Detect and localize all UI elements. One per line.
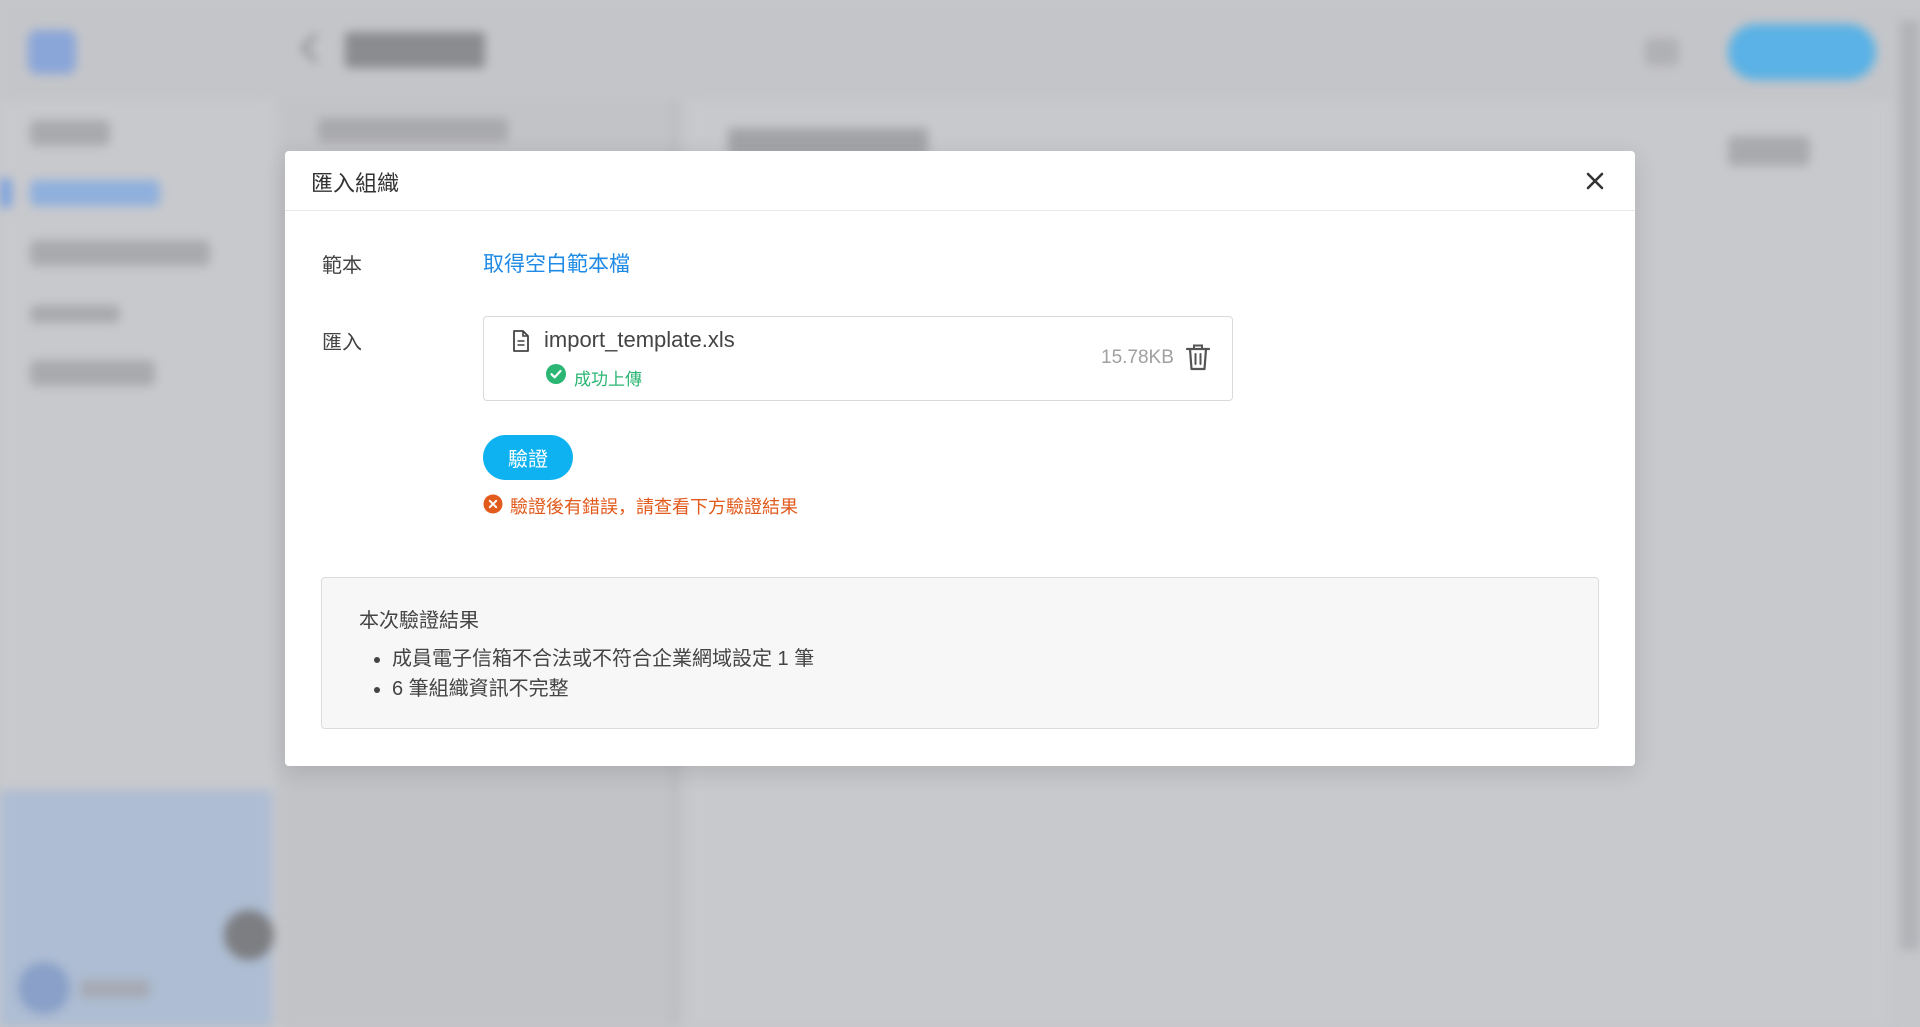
background-nav-item	[30, 240, 210, 266]
download-template-link[interactable]: 取得空白範本檔	[483, 248, 630, 278]
list-item: 成員電子信箱不合法或不符合企業網域設定 1 筆	[392, 644, 814, 674]
background-header-icon	[1645, 38, 1679, 66]
background-user-name	[80, 980, 150, 998]
background-nav-item-active	[30, 180, 160, 206]
result-list: 成員電子信箱不合法或不符合企業網域設定 1 筆 6 筆組織資訊不完整	[392, 644, 814, 704]
list-item: 6 筆組織資訊不完整	[392, 674, 814, 704]
error-icon	[483, 494, 503, 514]
close-icon[interactable]	[1581, 167, 1609, 195]
import-label: 匯入	[322, 332, 362, 354]
background-nav-section	[30, 305, 120, 323]
avatar	[18, 962, 70, 1014]
validation-error-message: 驗證後有錯誤，請查看下方驗證結果	[510, 497, 798, 517]
background-main-button	[1728, 136, 1810, 166]
background-topbar	[0, 0, 1920, 100]
background-scrollbar	[1900, 20, 1920, 950]
validation-result-panel: 本次驗證結果 成員電子信箱不合法或不符合企業網域設定 1 筆 6 筆組織資訊不完…	[321, 577, 1599, 729]
verify-button[interactable]: 驗證	[483, 435, 573, 480]
background-nav-item	[30, 360, 155, 386]
dialog-header: 匯入組織	[285, 151, 1635, 211]
background-header-button	[1728, 24, 1876, 80]
result-title: 本次驗證結果	[359, 610, 479, 632]
trash-icon[interactable]	[1184, 342, 1212, 372]
import-organization-dialog: 匯入組織 範本 取得空白範本檔 匯入 import_template.xls 成…	[285, 151, 1635, 766]
check-circle-icon	[546, 364, 566, 384]
background-page-title	[345, 32, 485, 68]
file-icon	[513, 330, 529, 352]
file-size: 15.78KB	[1101, 347, 1174, 368]
background-nav-item	[30, 120, 110, 146]
template-label: 範本	[322, 255, 362, 277]
uploaded-file-card: import_template.xls 成功上傳 15.78KB	[483, 316, 1233, 401]
background-nav-indicator	[0, 178, 12, 208]
background-floating-button	[224, 910, 274, 960]
background-list-heading	[318, 118, 508, 142]
dialog-title: 匯入組織	[311, 171, 400, 196]
app-logo	[28, 30, 76, 74]
file-name: import_template.xls	[544, 327, 735, 352]
upload-status: 成功上傳	[574, 370, 642, 389]
